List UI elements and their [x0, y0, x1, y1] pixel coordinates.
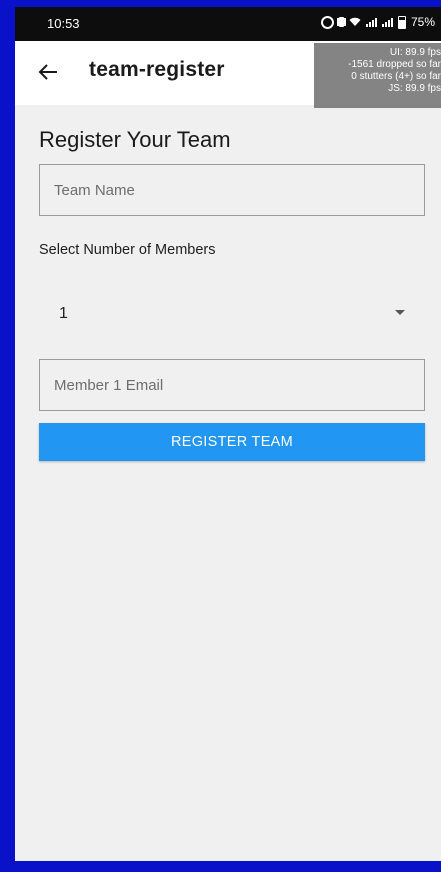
- status-time: 10:53: [47, 16, 80, 31]
- battery-percent: 75%: [410, 15, 435, 29]
- perf-overlay: UI: 89.9 fps -1561 dropped so far 0 stut…: [314, 43, 441, 108]
- perf-ui-fps: UI: 89.9 fps: [389, 47, 441, 58]
- status-bar: 10:53 75%: [15, 7, 441, 41]
- alarm-icon: [320, 15, 334, 29]
- arrow-left-icon[interactable]: [37, 61, 59, 83]
- team-name-input[interactable]: [40, 165, 424, 215]
- member-1-email-field[interactable]: [39, 359, 425, 411]
- battery-icon: [397, 15, 406, 29]
- page-title: team-register: [89, 58, 225, 81]
- members-selected-value: 1: [59, 305, 68, 322]
- signal-icon: [365, 17, 377, 27]
- perf-dropped: -1561 dropped so far: [348, 59, 441, 70]
- wifi-icon: [349, 17, 361, 27]
- perf-js-fps: JS: 89.9 fps: [388, 83, 441, 94]
- vibrate-icon: [338, 17, 344, 27]
- member-1-email-input[interactable]: [40, 360, 424, 410]
- phone-screen: 10:53 75% team-register UI: 89.9 fps -15…: [15, 7, 441, 861]
- perf-stutters: 0 stutters (4+) so far: [351, 71, 441, 82]
- dropdown-caret-icon: [395, 310, 405, 315]
- members-label: Select Number of Members: [39, 242, 216, 258]
- team-name-field[interactable]: [39, 164, 425, 216]
- status-icons: 75%: [320, 15, 435, 29]
- register-team-button[interactable]: REGISTER TEAM: [39, 423, 425, 461]
- signal-icon-2: [381, 17, 393, 27]
- form-heading: Register Your Team: [39, 127, 231, 152]
- members-select[interactable]: 1: [39, 288, 425, 338]
